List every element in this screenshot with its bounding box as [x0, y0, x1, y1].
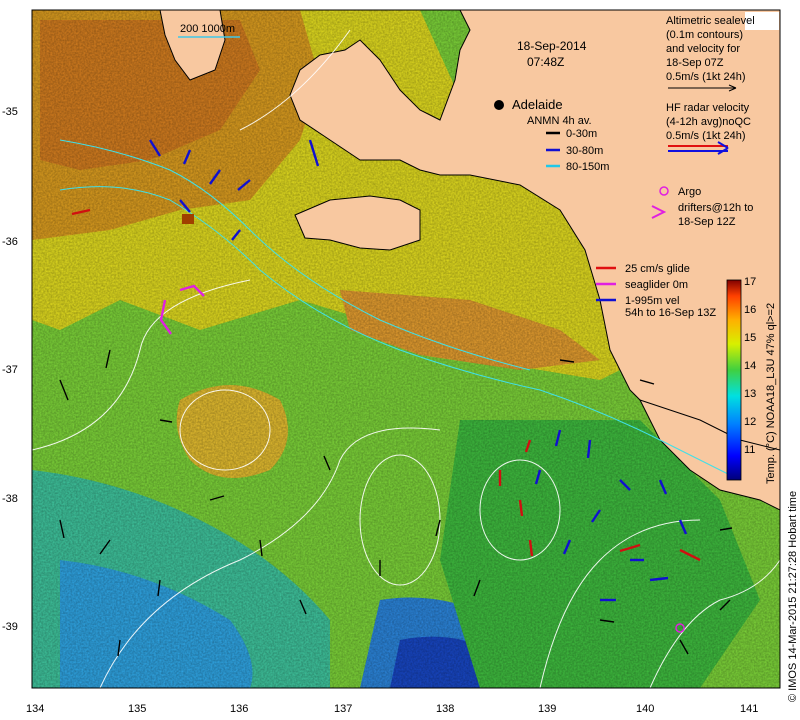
y-tick-39: -39 — [2, 621, 18, 633]
altimetric-line-4: 18-Sep 07Z — [666, 57, 724, 69]
argo-line-1: Argo — [678, 186, 701, 198]
glider-line-4: 54h to 16-Sep 13Z — [625, 307, 716, 319]
anmn-label-80-150: 80-150m — [566, 161, 609, 173]
cbar-tick-13: 13 — [744, 388, 756, 400]
hf-line-3: 0.5m/s (1kt 24h) — [666, 130, 745, 142]
cbar-tick-11: 11 — [744, 444, 755, 456]
colorbar-gradient — [726, 279, 742, 481]
cbar-tick-17: 17 — [744, 276, 756, 288]
city-label: Adelaide — [512, 97, 563, 112]
argo-line-2: drifters@12h to — [678, 202, 753, 214]
x-tick-140: 140 — [636, 703, 654, 715]
x-tick-137: 137 — [334, 703, 352, 715]
x-tick-138: 138 — [436, 703, 454, 715]
cbar-tick-16: 16 — [744, 304, 756, 316]
anmn-label-30-80: 30-80m — [566, 145, 603, 157]
cbar-tick-14: 14 — [744, 360, 756, 372]
x-tick-141: 141 — [740, 703, 758, 715]
altimetric-line-2: (0.1m contours) — [666, 29, 743, 41]
x-tick-139: 139 — [538, 703, 556, 715]
altimetric-line-1: Altimetric sealevel — [666, 15, 755, 27]
y-tick-38: -38 — [2, 493, 18, 505]
colorbar-label: Temp. (°C) NOAA18_L3U 47% ql>=2 — [765, 303, 777, 484]
altimetric-line-5: 0.5m/s (1kt 24h) — [666, 71, 745, 83]
anmn-title: ANMN 4h av. — [527, 115, 592, 127]
altimetric-line-3: and velocity for — [666, 43, 740, 55]
x-tick-134: 134 — [26, 703, 44, 715]
glider-line-2: seaglider 0m — [625, 279, 688, 291]
sea-surface-temperature-map: Adelaide 18-Sep-2014 07:48Z 200 1000m Al… — [2, 9, 799, 715]
argo-line-3: 18-Sep 12Z — [678, 216, 736, 228]
glider-line-3: 1-995m vel — [625, 295, 679, 307]
x-tick-136: 136 — [230, 703, 248, 715]
hf-line-2: (4-12h avg)noQC — [666, 116, 751, 128]
scale-label: 200 1000m — [180, 23, 235, 35]
anmn-label-0-30: 0-30m — [566, 128, 597, 140]
y-tick-36: -36 — [2, 236, 18, 248]
x-axis: 134 135 136 137 138 139 140 141 — [26, 703, 758, 715]
y-tick-35: -35 — [2, 106, 18, 118]
x-tick-135: 135 — [128, 703, 146, 715]
hf-line-1: HF radar velocity — [666, 102, 750, 114]
y-tick-37: -37 — [2, 364, 18, 376]
adelaide-marker — [494, 100, 504, 110]
hot-spot — [182, 214, 194, 224]
credit-text: © IMOS 14-Mar-2015 21:27:28 Hobart time — [787, 491, 799, 702]
map-time: 07:48Z — [527, 55, 564, 69]
y-axis: -35 -36 -37 -38 -39 — [2, 106, 18, 633]
cbar-tick-15: 15 — [744, 332, 756, 344]
cbar-tick-12: 12 — [744, 416, 756, 428]
glider-line-1: 25 cm/s glide — [625, 263, 690, 275]
map-date: 18-Sep-2014 — [517, 39, 587, 53]
